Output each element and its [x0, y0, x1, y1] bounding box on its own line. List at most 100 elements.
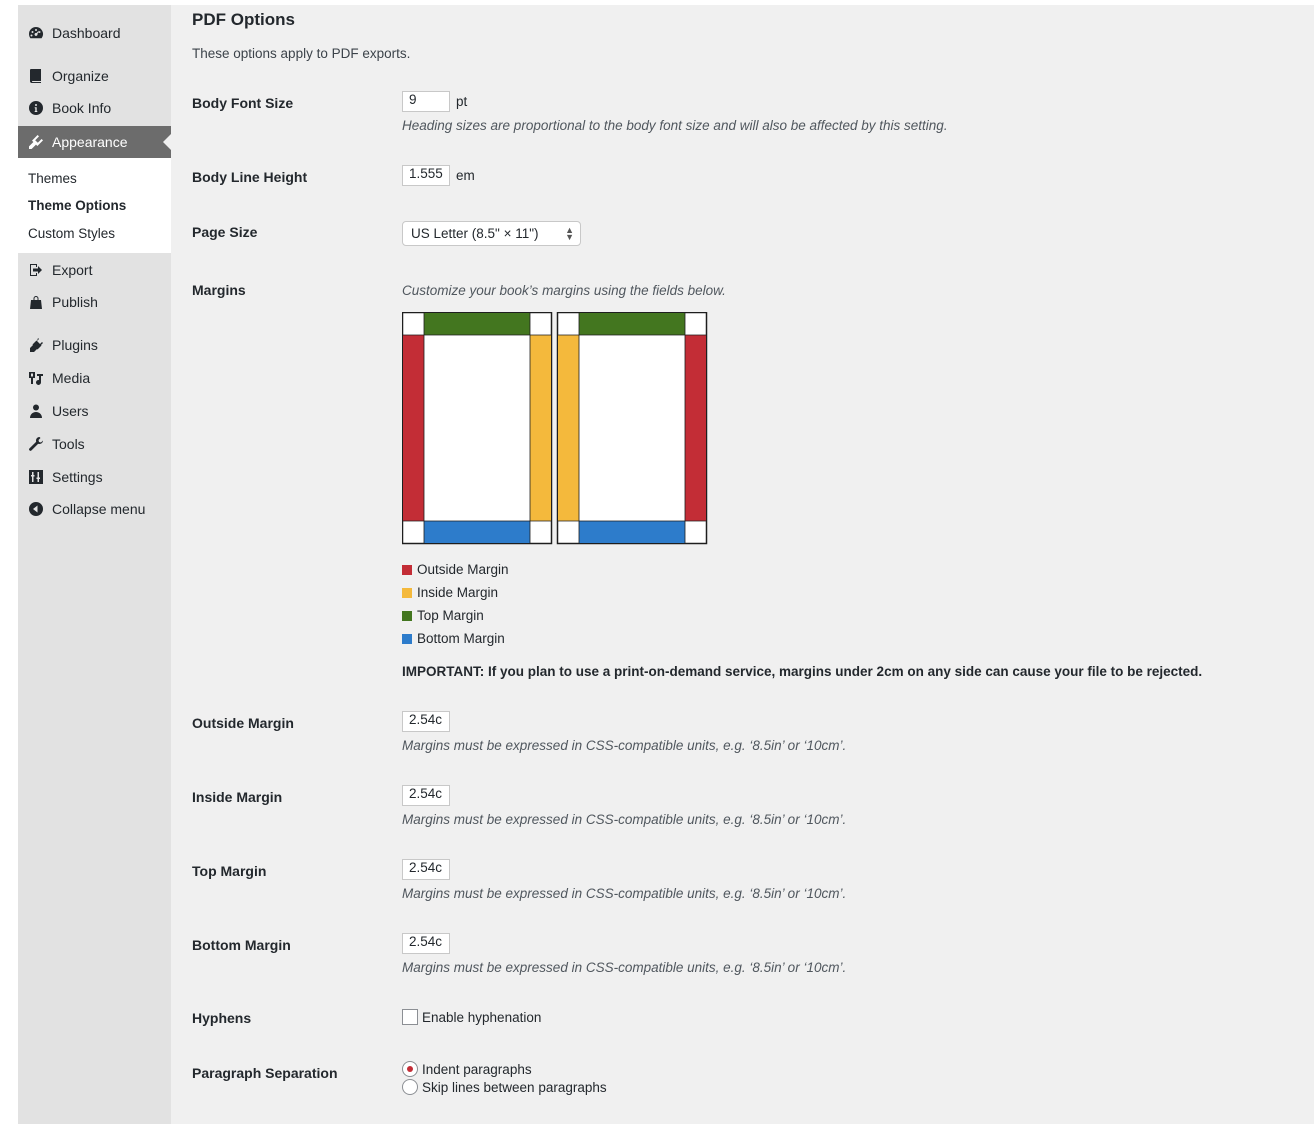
bottom-margin-label: Bottom Margin: [192, 937, 291, 953]
inside-margin-field: 2.54c: [402, 785, 450, 806]
margins-diagram: [401, 311, 708, 545]
hyphens-label: Hyphens: [192, 1010, 252, 1026]
sidebar-item-settings[interactable]: Settings: [18, 461, 171, 493]
sidebar-item-book-info[interactable]: Book Info: [18, 92, 171, 124]
export-icon: [18, 262, 52, 278]
collapse-icon: [18, 501, 52, 517]
top-margin-label: Top Margin: [192, 863, 267, 879]
page: Dashboard Organize Book Info Appearance …: [0, 0, 1314, 1124]
top-margin-description: Margins must be expressed in CSS-compati…: [402, 886, 847, 901]
page-size-selected-value: US Letter (8.5" × 11"): [411, 226, 539, 241]
legend-swatch: [402, 564, 412, 575]
submenu-item-custom-styles[interactable]: Custom Styles: [28, 226, 115, 241]
sidebar-item-label: Tools: [52, 436, 85, 452]
sidebar-item-users[interactable]: Users: [18, 395, 171, 427]
body-font-size-description: Heading sizes are proportional to the bo…: [402, 118, 948, 133]
bottom-margin-field: 2.54c: [402, 933, 450, 954]
body-line-height-input[interactable]: 1.555: [402, 165, 450, 186]
body-line-height-unit: em: [456, 168, 475, 183]
sidebar-item-label: Export: [52, 262, 93, 278]
inside-margin-input[interactable]: 2.54c: [402, 785, 450, 806]
skip-lines-label: Skip lines between paragraphs: [422, 1079, 607, 1095]
submenu-item-themes[interactable]: Themes: [28, 171, 77, 186]
left-page-bottom-margin: [424, 521, 530, 543]
indent-paragraphs-radio[interactable]: [402, 1061, 418, 1077]
sidebar-item-label: Plugins: [52, 337, 98, 353]
hyphenation-checkbox[interactable]: [402, 1009, 418, 1025]
sidebar-item-publish[interactable]: Publish: [18, 286, 171, 318]
legend-inside-margin: Inside Margin: [402, 585, 498, 600]
hyphenation-option[interactable]: Enable hyphenation: [402, 1009, 541, 1025]
sidebar-item-label: Collapse menu: [52, 501, 146, 517]
store-icon: [18, 294, 52, 310]
admin-sidebar: Dashboard Organize Book Info Appearance …: [18, 5, 171, 1124]
margins-important-notice: IMPORTANT: If you plan to use a print-on…: [402, 664, 1203, 679]
dashboard-icon: [18, 25, 52, 41]
sidebar-item-label: Settings: [52, 469, 103, 485]
submenu-item-theme-options[interactable]: Theme Options: [28, 198, 126, 213]
radio-selected-dot: [407, 1066, 413, 1072]
sidebar-item-label: Dashboard: [52, 25, 121, 41]
right-page-top-margin: [579, 313, 685, 335]
plugin-icon: [18, 337, 52, 353]
outside-margin-description: Margins must be expressed in CSS-compati…: [402, 738, 847, 753]
sidebar-item-dashboard[interactable]: Dashboard: [18, 17, 171, 49]
right-page-bottom-margin: [579, 521, 685, 543]
users-icon: [18, 403, 52, 419]
paragraph-separation-label: Paragraph Separation: [192, 1065, 338, 1081]
left-page-inside-margin: [530, 335, 551, 521]
skip-lines-radio[interactable]: [402, 1079, 418, 1095]
inside-margin-description: Margins must be expressed in CSS-compati…: [402, 812, 847, 827]
sidebar-item-label: Users: [52, 403, 89, 419]
settings-icon: [18, 469, 52, 485]
sidebar-item-label: Organize: [52, 68, 109, 84]
body-font-size-field: 9 pt: [402, 91, 467, 112]
inside-margin-label: Inside Margin: [192, 789, 283, 805]
media-icon: [18, 370, 52, 386]
sidebar-item-export[interactable]: Export: [18, 254, 171, 286]
body-font-size-unit: pt: [456, 94, 468, 109]
section-intro: These options apply to PDF exports.: [192, 46, 411, 61]
outside-margin-label: Outside Margin: [192, 715, 294, 731]
page-size-select[interactable]: US Letter (8.5" × 11") ▲ ▼: [402, 221, 581, 246]
legend-outside-margin: Outside Margin: [402, 562, 509, 577]
legend-label: Outside Margin: [417, 562, 509, 577]
legend-label: Bottom Margin: [417, 631, 505, 646]
outside-margin-input[interactable]: 2.54c: [402, 711, 450, 732]
paragraph-option-skip-lines[interactable]: Skip lines between paragraphs: [402, 1079, 607, 1095]
legend-label: Top Margin: [417, 608, 484, 623]
main-content: PDF Options These options apply to PDF e…: [171, 5, 1314, 1124]
sidebar-item-label: Publish: [52, 294, 98, 310]
paragraph-option-indent[interactable]: Indent paragraphs: [402, 1061, 532, 1077]
sidebar-item-label: Media: [52, 370, 91, 386]
top-margin-input[interactable]: 2.54c: [402, 859, 450, 880]
left-page: [401, 311, 553, 545]
section-title: PDF Options: [192, 10, 295, 29]
top-margin-field: 2.54c: [402, 859, 450, 880]
brush-icon: [18, 134, 52, 150]
info-icon: [18, 100, 52, 116]
legend-top-margin: Top Margin: [402, 608, 484, 623]
sidebar-item-plugins[interactable]: Plugins: [18, 329, 171, 361]
indent-paragraphs-label: Indent paragraphs: [422, 1061, 532, 1077]
select-arrows-icon: ▲ ▼: [565, 225, 574, 242]
hyphenation-checkbox-label: Enable hyphenation: [422, 1009, 542, 1025]
book-icon: [18, 68, 52, 84]
bottom-margin-input[interactable]: 2.54c: [402, 933, 450, 954]
legend-bottom-margin: Bottom Margin: [402, 631, 505, 646]
body-line-height-label: Body Line Height: [192, 169, 308, 185]
right-page: [556, 311, 708, 545]
page-size-label: Page Size: [192, 224, 258, 240]
sidebar-item-appearance[interactable]: Appearance: [18, 126, 171, 158]
sidebar-item-media[interactable]: Media: [18, 362, 171, 394]
margins-description: Customize your book’s margins using the …: [402, 283, 726, 298]
bottom-margin-description: Margins must be expressed in CSS-compati…: [402, 960, 847, 975]
wrench-icon: [18, 436, 52, 452]
sidebar-item-tools[interactable]: Tools: [18, 428, 171, 460]
active-indicator: [163, 134, 171, 150]
sidebar-item-collapse-menu[interactable]: Collapse menu: [18, 493, 171, 525]
sidebar-item-organize[interactable]: Organize: [18, 60, 171, 92]
sidebar-item-label: Book Info: [52, 100, 112, 116]
legend-label: Inside Margin: [417, 585, 499, 600]
body-font-size-input[interactable]: 9: [402, 91, 450, 112]
